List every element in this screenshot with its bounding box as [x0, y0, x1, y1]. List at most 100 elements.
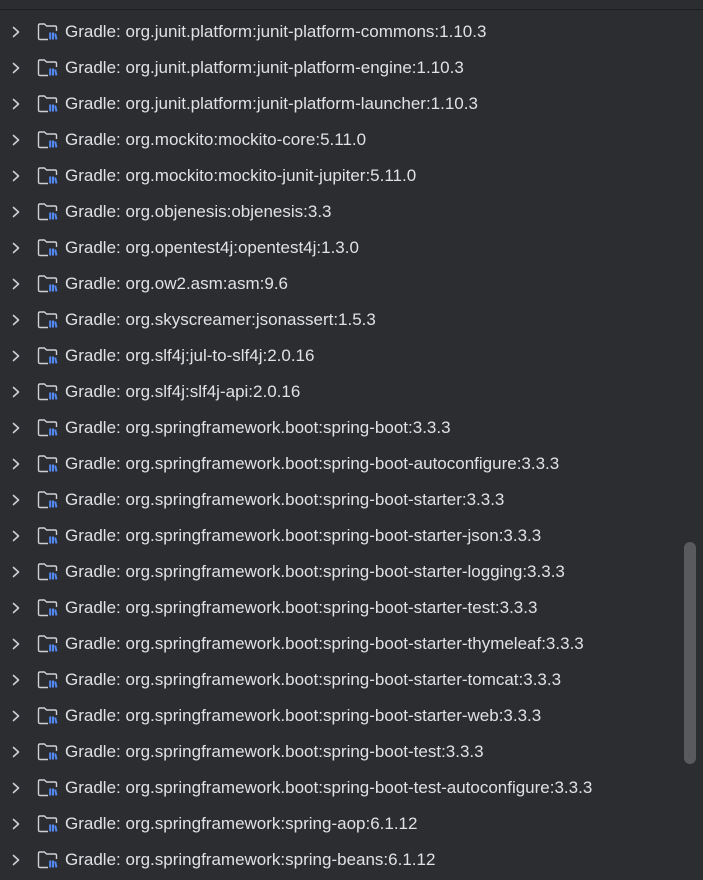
library-coordinate: org.springframework:spring-beans:6.1.12 — [125, 850, 436, 869]
gradle-prefix: Gradle: — [65, 238, 121, 257]
chevron-right-icon[interactable] — [9, 385, 23, 399]
library-coordinate: org.slf4j:slf4j-api:2.0.16 — [125, 382, 301, 401]
gradle-prefix: Gradle: — [65, 670, 121, 689]
library-tree-item-label: Gradle: org.slf4j:jul-to-slf4j:2.0.16 — [65, 338, 314, 374]
library-tree-item[interactable]: Gradle: org.springframework.boot:spring-… — [0, 626, 703, 662]
library-coordinate: org.ow2.asm:asm:9.6 — [125, 274, 288, 293]
library-coordinate: org.junit.platform:junit-platform-engine… — [125, 58, 464, 77]
library-icon — [37, 239, 58, 257]
chevron-right-icon[interactable] — [9, 169, 23, 183]
library-icon — [37, 599, 58, 617]
gradle-prefix: Gradle: — [65, 526, 121, 545]
gradle-prefix: Gradle: — [65, 814, 121, 833]
library-coordinate: org.mockito:mockito-junit-jupiter:5.11.0 — [125, 166, 417, 185]
library-icon — [37, 743, 58, 761]
chevron-right-icon[interactable] — [9, 457, 23, 471]
library-tree-item-label: Gradle: org.junit.platform:junit-platfor… — [65, 86, 478, 122]
library-tree-item[interactable]: Gradle: org.springframework.boot:spring-… — [0, 662, 703, 698]
library-tree-item[interactable]: Gradle: org.opentest4j:opentest4j:1.3.0 — [0, 230, 703, 266]
library-coordinate: org.springframework.boot:spring-boot-sta… — [125, 490, 505, 509]
library-tree-item[interactable]: Gradle: org.springframework.boot:spring-… — [0, 770, 703, 806]
gradle-prefix: Gradle: — [65, 454, 121, 473]
library-tree-item[interactable]: Gradle: org.springframework.boot:spring-… — [0, 446, 703, 482]
library-icon — [37, 707, 58, 725]
library-tree-item[interactable]: Gradle: org.junit.platform:junit-platfor… — [0, 86, 703, 122]
library-tree-item[interactable]: Gradle: org.springframework.boot:spring-… — [0, 410, 703, 446]
library-icon — [37, 851, 58, 869]
library-coordinate: org.springframework.boot:spring-boot-sta… — [125, 634, 584, 653]
library-tree-item[interactable]: Gradle: org.skyscreamer:jsonassert:1.5.3 — [0, 302, 703, 338]
chevron-right-icon[interactable] — [9, 601, 23, 615]
library-tree-item[interactable]: Gradle: org.mockito:mockito-core:5.11.0 — [0, 122, 703, 158]
library-tree-item[interactable]: Gradle: org.springframework.boot:spring-… — [0, 518, 703, 554]
gradle-prefix: Gradle: — [65, 418, 121, 437]
library-tree-item[interactable]: Gradle: org.slf4j:slf4j-api:2.0.16 — [0, 374, 703, 410]
chevron-right-icon[interactable] — [9, 817, 23, 831]
library-tree-item[interactable]: Gradle: org.slf4j:jul-to-slf4j:2.0.16 — [0, 338, 703, 374]
chevron-right-icon[interactable] — [9, 205, 23, 219]
library-icon — [37, 383, 58, 401]
chevron-right-icon[interactable] — [9, 349, 23, 363]
library-tree-item[interactable]: Gradle: org.springframework.boot:spring-… — [0, 554, 703, 590]
scrollbar-thumb[interactable] — [684, 542, 696, 764]
library-tree-item[interactable]: Gradle: org.springframework:spring-beans… — [0, 842, 703, 878]
library-tree-item-label: Gradle: org.springframework.boot:spring-… — [65, 482, 504, 518]
gradle-prefix: Gradle: — [65, 706, 121, 725]
gradle-prefix: Gradle: — [65, 778, 121, 797]
chevron-right-icon[interactable] — [9, 277, 23, 291]
gradle-prefix: Gradle: — [65, 598, 121, 617]
library-tree-item[interactable]: Gradle: org.springframework.boot:spring-… — [0, 734, 703, 770]
library-tree-item[interactable]: Gradle: org.springframework.boot:spring-… — [0, 590, 703, 626]
library-icon — [37, 203, 58, 221]
library-tree-item-label: Gradle: org.mockito:mockito-junit-jupite… — [65, 158, 416, 194]
chevron-right-icon[interactable] — [9, 565, 23, 579]
library-tree-item[interactable]: Gradle: org.springframework.boot:spring-… — [0, 482, 703, 518]
library-tree-item[interactable]: Gradle: org.objenesis:objenesis:3.3 — [0, 194, 703, 230]
chevron-right-icon[interactable] — [9, 133, 23, 147]
chevron-right-icon[interactable] — [9, 709, 23, 723]
library-tree-item[interactable]: Gradle: org.mockito:mockito-junit-jupite… — [0, 158, 703, 194]
library-tree-item-label: Gradle: org.springframework:spring-beans… — [65, 842, 435, 878]
chevron-right-icon[interactable] — [9, 673, 23, 687]
gradle-prefix: Gradle: — [65, 94, 121, 113]
library-icon — [37, 815, 58, 833]
chevron-right-icon[interactable] — [9, 781, 23, 795]
chevron-right-icon[interactable] — [9, 529, 23, 543]
gradle-prefix: Gradle: — [65, 490, 121, 509]
chevron-right-icon[interactable] — [9, 493, 23, 507]
chevron-right-icon[interactable] — [9, 637, 23, 651]
library-tree-item[interactable]: Gradle: org.junit.platform:junit-platfor… — [0, 14, 703, 50]
library-tree-item-label: Gradle: org.springframework.boot:spring-… — [65, 734, 484, 770]
library-tree-item-label: Gradle: org.springframework.boot:spring-… — [65, 626, 584, 662]
library-coordinate: org.springframework:spring-aop:6.1.12 — [125, 814, 418, 833]
gradle-prefix: Gradle: — [65, 742, 121, 761]
chevron-right-icon[interactable] — [9, 61, 23, 75]
chevron-right-icon[interactable] — [9, 25, 23, 39]
library-coordinate: org.springframework.boot:spring-boot:3.3… — [125, 418, 451, 437]
library-tree-item-label: Gradle: org.skyscreamer:jsonassert:1.5.3 — [65, 302, 376, 338]
panel-top-border — [0, 0, 703, 10]
library-icon — [37, 167, 58, 185]
chevron-right-icon[interactable] — [9, 421, 23, 435]
library-tree-item[interactable]: Gradle: org.springframework.boot:spring-… — [0, 698, 703, 734]
chevron-right-icon[interactable] — [9, 97, 23, 111]
chevron-right-icon[interactable] — [9, 853, 23, 867]
library-coordinate: org.springframework.boot:spring-boot-sta… — [125, 706, 542, 725]
library-icon — [37, 131, 58, 149]
gradle-prefix: Gradle: — [65, 22, 121, 41]
library-coordinate: org.junit.platform:junit-platform-launch… — [125, 94, 478, 113]
gradle-prefix: Gradle: — [65, 58, 121, 77]
chevron-right-icon[interactable] — [9, 313, 23, 327]
library-tree-item-label: Gradle: org.springframework.boot:spring-… — [65, 446, 559, 482]
chevron-right-icon[interactable] — [9, 241, 23, 255]
library-coordinate: org.junit.platform:junit-platform-common… — [125, 22, 487, 41]
library-tree-item-label: Gradle: org.springframework.boot:spring-… — [65, 770, 592, 806]
chevron-right-icon[interactable] — [9, 745, 23, 759]
library-tree-item[interactable]: Gradle: org.junit.platform:junit-platfor… — [0, 50, 703, 86]
library-icon — [37, 779, 58, 797]
library-coordinate: org.slf4j:jul-to-slf4j:2.0.16 — [125, 346, 315, 365]
library-coordinate: org.springframework.boot:spring-boot-sta… — [125, 562, 565, 581]
library-icon — [37, 23, 58, 41]
library-tree-item[interactable]: Gradle: org.springframework:spring-aop:6… — [0, 806, 703, 842]
library-tree-item[interactable]: Gradle: org.ow2.asm:asm:9.6 — [0, 266, 703, 302]
